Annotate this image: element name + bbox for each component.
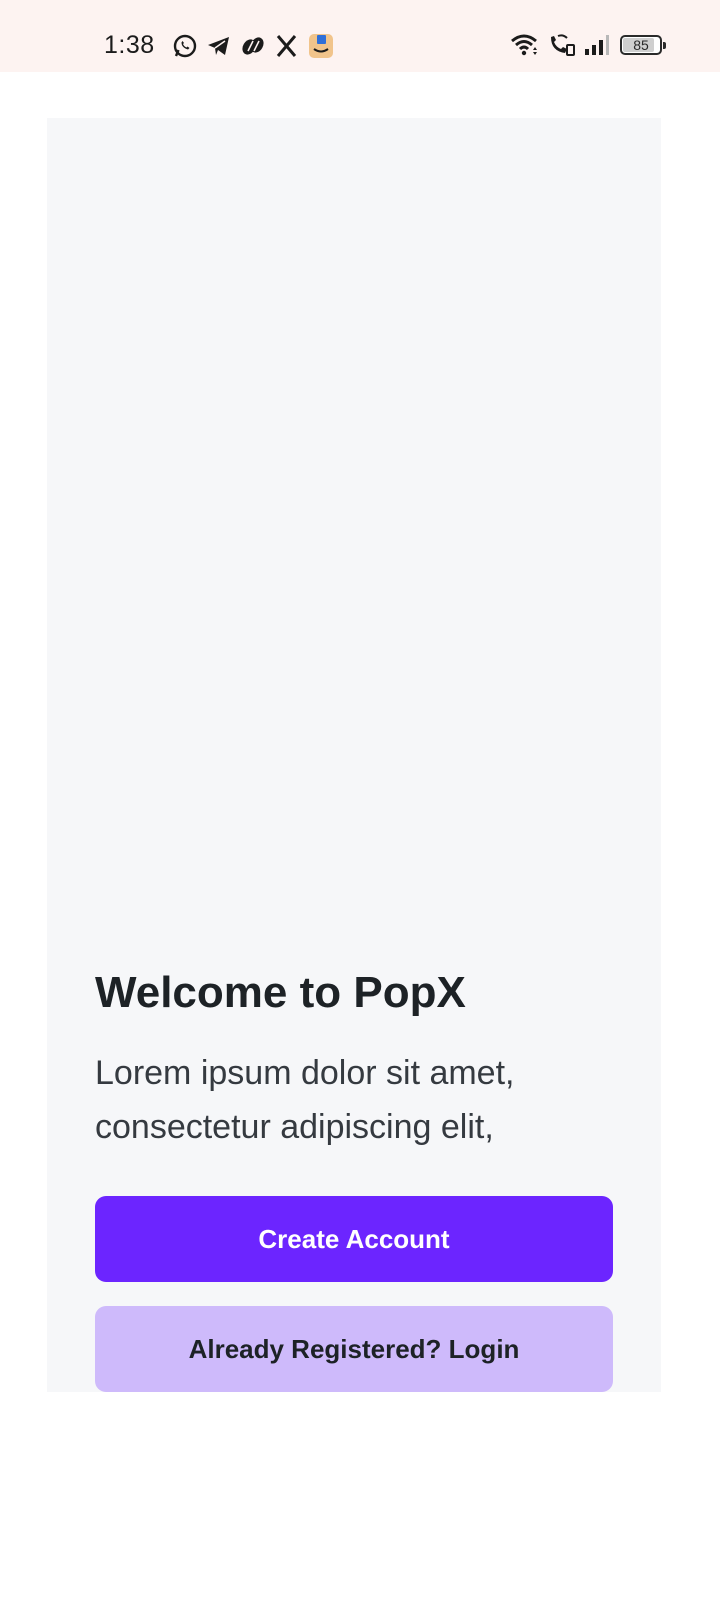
system-icons: 85 (502, 32, 666, 58)
amazon-icon (308, 33, 334, 59)
battery-icon: 85 (620, 35, 666, 55)
signal-icon (584, 32, 610, 58)
status-time: 1:38 (104, 31, 155, 59)
whatsapp-icon (172, 33, 198, 59)
x-icon (274, 33, 300, 59)
wifi-icon (510, 32, 540, 58)
create-account-button[interactable]: Create Account (95, 1196, 613, 1282)
wifi-calling-icon (548, 32, 576, 58)
welcome-card: Welcome to PopX Lorem ipsum dolor sit am… (47, 118, 661, 1392)
battery-level: 85 (633, 37, 649, 53)
page-title: Welcome to PopX (95, 968, 466, 1017)
notification-icons (172, 33, 342, 59)
login-button[interactable]: Already Registered? Login (95, 1306, 613, 1392)
telegram-icon (206, 33, 232, 59)
welcome-subtitle: Lorem ipsum dolor sit amet, consectetur … (95, 1054, 515, 1146)
status-bar: 1:38 85 (0, 0, 720, 72)
cloud-app-icon (240, 33, 266, 59)
